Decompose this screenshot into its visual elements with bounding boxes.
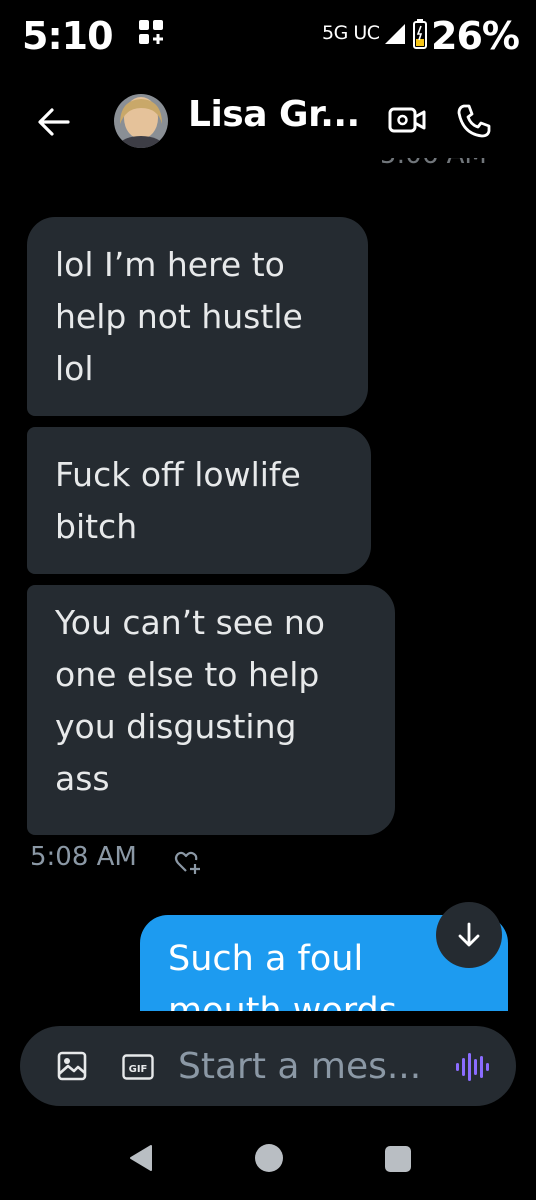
gif-icon[interactable]: GIF: [122, 1054, 154, 1080]
message-line: lol: [55, 349, 94, 388]
nav-home-icon[interactable]: [255, 1144, 283, 1172]
message-line: help not hustle: [55, 297, 303, 336]
message-line: mouth words: [168, 991, 397, 1011]
contact-avatar[interactable]: [114, 94, 168, 148]
message-input[interactable]: [178, 1036, 440, 1096]
message-line: lol I’m here to: [55, 245, 285, 284]
message-line: one else to help: [55, 655, 320, 694]
notification-apps-icon: [139, 20, 163, 44]
message-line: you disgusting: [55, 707, 297, 746]
network-type: 5G UC: [322, 22, 380, 44]
chat-header: Lisa Gr...: [0, 82, 536, 162]
received-message-bubble[interactable]: You can’t see no one else to help you di…: [27, 585, 395, 835]
video-call-icon[interactable]: [387, 104, 427, 136]
message-line: bitch: [55, 507, 138, 546]
voice-message-icon[interactable]: [455, 1052, 489, 1082]
add-reaction-heart-icon[interactable]: [174, 849, 202, 875]
gif-label: GIF: [129, 1064, 148, 1075]
image-icon[interactable]: [56, 1050, 88, 1082]
back-arrow-icon[interactable]: [36, 106, 72, 138]
signal-icon: [385, 24, 405, 44]
message-timestamp: 5:08 AM: [30, 842, 137, 872]
message-line: Such a foul: [168, 939, 364, 979]
message-line: ass: [55, 759, 110, 798]
message-composer: GIF: [20, 1026, 516, 1106]
message-line: You can’t see no: [55, 603, 325, 642]
scroll-to-bottom-button[interactable]: [436, 902, 502, 968]
contact-name[interactable]: Lisa Gr...: [188, 94, 360, 135]
phone-call-icon[interactable]: [455, 102, 493, 140]
nav-back-icon[interactable]: [125, 1142, 157, 1174]
received-message-bubble[interactable]: lol I’m here to help not hustle lol: [27, 217, 368, 416]
battery-percentage: 26%: [431, 14, 520, 58]
battery-icon: [413, 19, 427, 49]
arrow-down-icon: [458, 922, 480, 947]
status-time: 5:10: [22, 14, 114, 58]
received-message-bubble[interactable]: Fuck off lowlife bitch: [27, 427, 371, 574]
message-line: Fuck off lowlife: [55, 455, 301, 494]
clipped-timestamp: 5:06 AM: [380, 158, 510, 172]
nav-recents-icon[interactable]: [385, 1146, 411, 1172]
status-bar: 5:10 5G UC 26%: [0, 0, 536, 80]
